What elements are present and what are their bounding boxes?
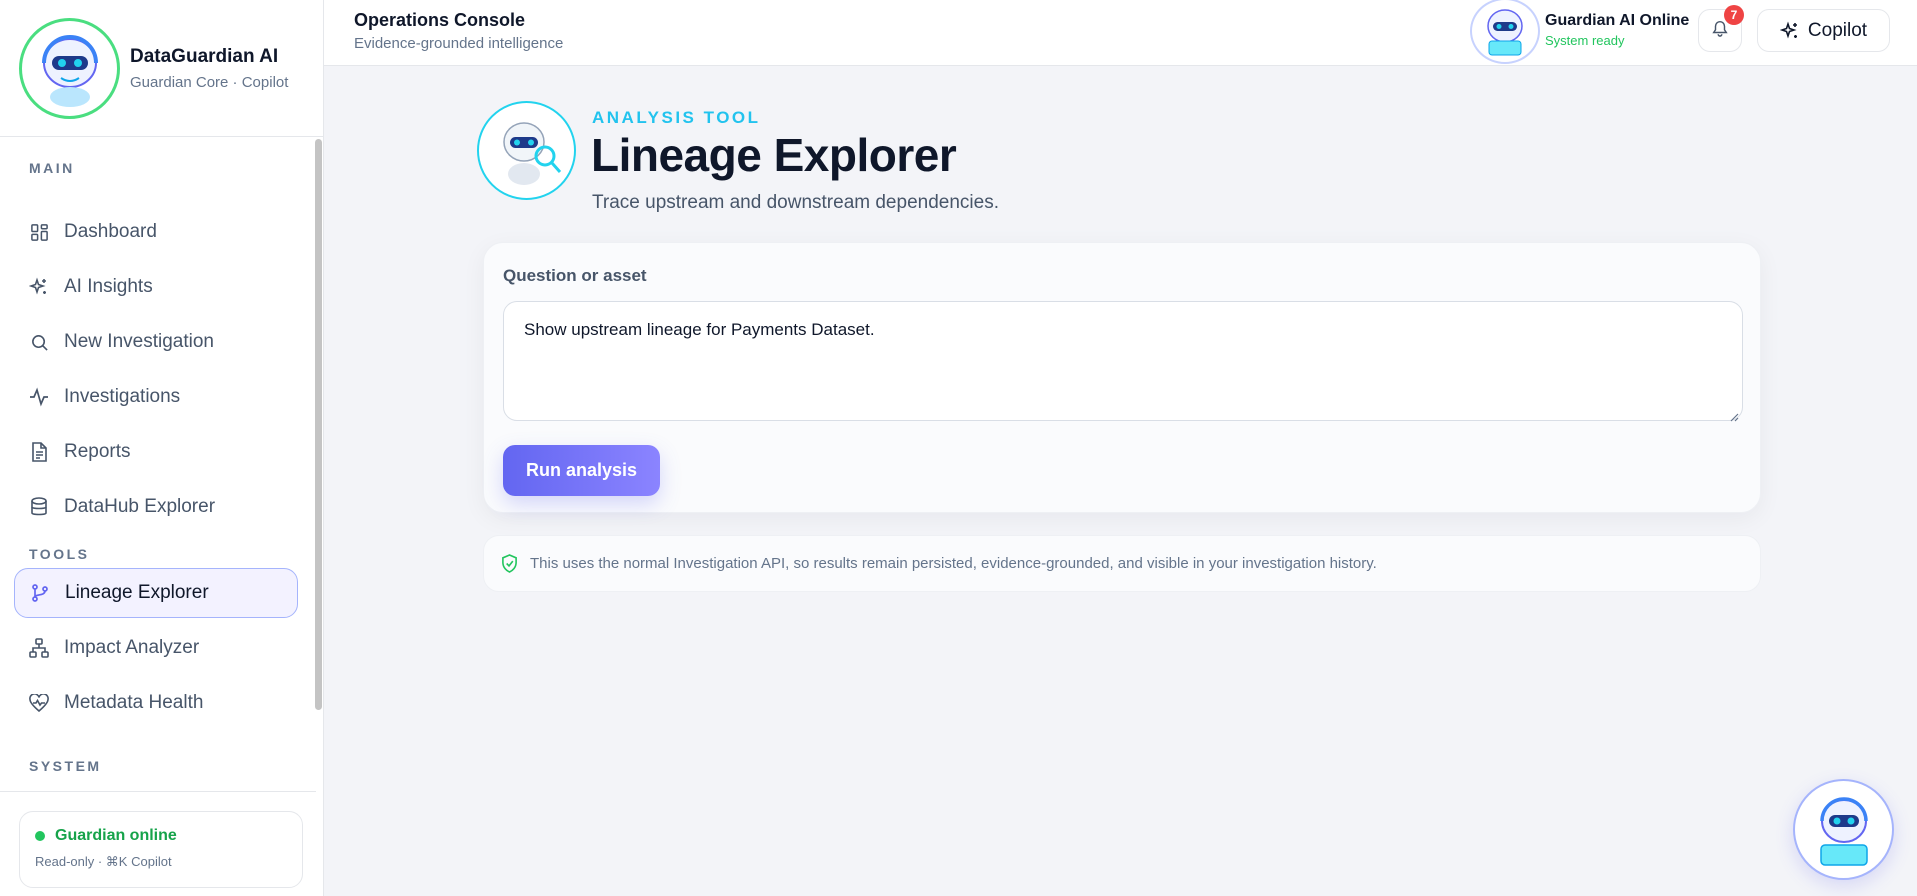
tool-kicker: ANALYSIS TOOL <box>592 108 761 127</box>
status-title: Guardian online <box>55 827 177 844</box>
shield-check-icon <box>501 554 518 573</box>
activity-icon <box>29 387 49 407</box>
database-icon <box>29 497 49 517</box>
sidebar-item-label: Investigations <box>64 386 181 407</box>
sidebar-scrollbar[interactable] <box>314 137 322 792</box>
sidebar-item-datahub-explorer[interactable]: DataHub Explorer <box>14 482 298 532</box>
resize-grip-icon[interactable] <box>1729 407 1739 422</box>
copilot-launcher-avatar[interactable] <box>1793 779 1894 880</box>
sidebar-item-impact-analyzer[interactable]: Impact Analyzer <box>14 623 298 673</box>
dashboard-icon <box>29 222 49 242</box>
question-textarea[interactable]: Show upstream lineage for Payments Datas… <box>503 301 1743 422</box>
run-analysis-button[interactable]: Run analysis <box>503 445 660 496</box>
sidebar-item-investigations[interactable]: Investigations <box>14 372 298 422</box>
section-label-tools: TOOLS <box>29 546 90 562</box>
question-field-label: Question or asset <box>503 266 647 285</box>
sidebar-item-label: Dashboard <box>64 221 157 242</box>
git-branch-icon <box>30 583 50 603</box>
network-icon <box>29 638 49 658</box>
sidebar-item-label: Lineage Explorer <box>65 582 209 603</box>
sidebar-item-label: Impact Analyzer <box>64 637 200 658</box>
page-subtitle: Evidence-grounded intelligence <box>354 35 564 52</box>
sidebar-item-label: New Investigation <box>64 331 214 352</box>
sidebar-item-label: Reports <box>64 441 131 462</box>
sidebar: DataGuardian AI Guardian Core · Copilot … <box>0 0 324 896</box>
guardian-status-card: Guardian online Read-only · ⌘K Copilot <box>19 811 303 888</box>
sidebar-item-label: DataHub Explorer <box>64 496 216 517</box>
tool-avatar <box>477 101 576 200</box>
sparkles-icon <box>29 277 49 297</box>
sidebar-item-ai-insights[interactable]: AI Insights <box>14 262 298 312</box>
document-icon <box>29 442 49 462</box>
question-text: Show upstream lineage for Payments Datas… <box>524 320 875 339</box>
info-note-text: This uses the normal Investigation API, … <box>530 555 1377 572</box>
brand-subtitle: Guardian Core · Copilot <box>130 73 289 91</box>
sidebar-nav: MAIN Dashboard AI Insights New Investiga… <box>0 137 316 792</box>
section-label-system: SYSTEM <box>29 758 102 774</box>
tool-description: Trace upstream and downstream dependenci… <box>592 192 999 213</box>
section-label-main: MAIN <box>29 160 75 176</box>
sidebar-item-metadata-health[interactable]: Metadata Health <box>14 678 298 728</box>
analysis-form-card: Question or asset Show upstream lineage … <box>483 242 1761 513</box>
sidebar-item-dashboard[interactable]: Dashboard <box>14 207 298 257</box>
sidebar-item-lineage-explorer[interactable]: Lineage Explorer <box>14 568 298 618</box>
bell-icon <box>1711 19 1729 42</box>
search-icon <box>29 332 49 352</box>
brand: DataGuardian AI Guardian Core · Copilot <box>0 0 323 137</box>
top-header: Operations Console Evidence-grounded int… <box>324 0 1917 66</box>
page-title: Operations Console <box>354 10 526 30</box>
sidebar-divider <box>0 791 316 792</box>
sidebar-item-new-investigation[interactable]: New Investigation <box>14 317 298 367</box>
status-subtitle: Read-only · ⌘K Copilot <box>35 854 172 869</box>
heart-pulse-icon <box>29 693 49 713</box>
online-status-title: Guardian AI Online <box>1545 12 1690 29</box>
online-status-subtitle: System ready <box>1545 33 1625 48</box>
sidebar-item-label: AI Insights <box>64 276 153 297</box>
sidebar-item-reports[interactable]: Reports <box>14 427 298 477</box>
copilot-button[interactable]: Copilot <box>1757 9 1890 52</box>
brand-avatar <box>19 17 120 119</box>
info-note: This uses the normal Investigation API, … <box>483 535 1761 592</box>
sparkles-icon <box>1779 20 1800 41</box>
notification-badge: 7 <box>1724 5 1744 25</box>
online-dot-icon <box>35 831 45 841</box>
sidebar-item-label: Metadata Health <box>64 692 204 713</box>
tool-title: Lineage Explorer <box>591 129 957 181</box>
brand-name: DataGuardian AI <box>130 45 279 67</box>
scrollbar-thumb[interactable] <box>315 139 322 710</box>
guardian-avatar <box>1470 0 1540 64</box>
copilot-label: Copilot <box>1807 19 1868 41</box>
